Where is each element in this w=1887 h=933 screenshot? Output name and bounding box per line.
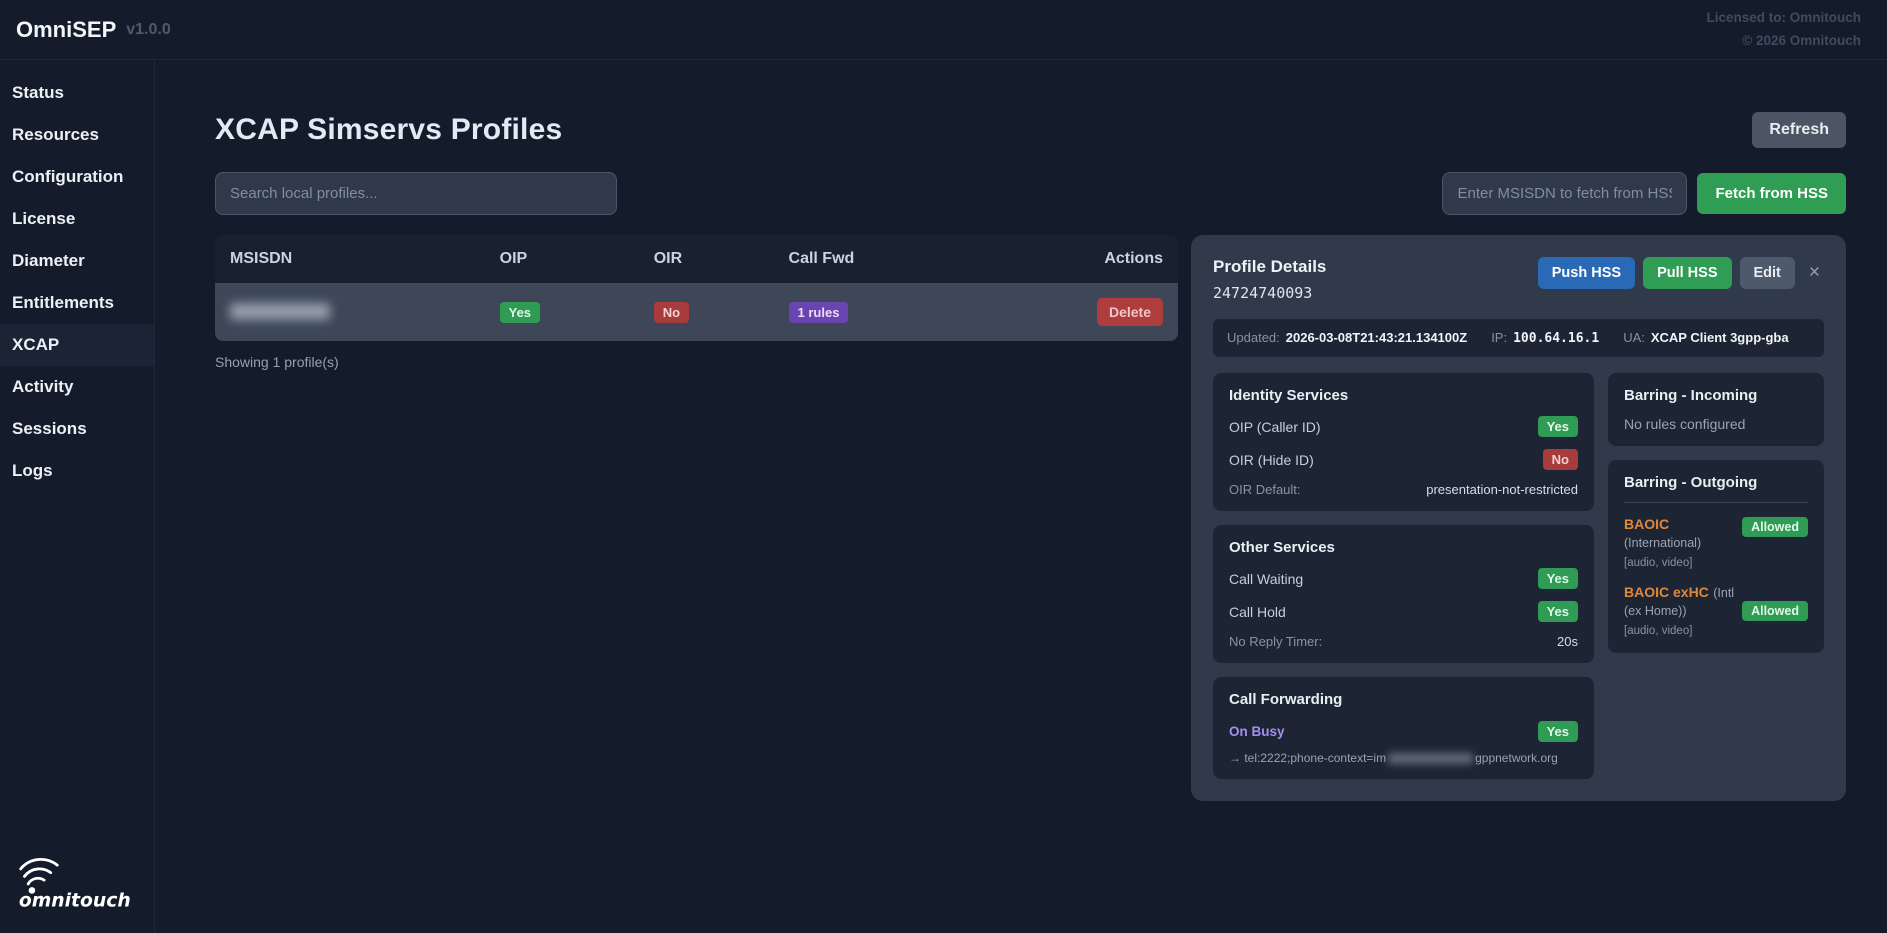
- column-header-callfwd: Call Fwd: [774, 235, 1005, 283]
- updated-value: 2026-03-08T21:43:21.134100Z: [1286, 330, 1467, 345]
- cf-rule-name: On Busy: [1229, 724, 1285, 739]
- call-waiting-label: Call Waiting: [1229, 571, 1303, 587]
- sidebar-item-license[interactable]: License: [0, 198, 154, 240]
- sidebar-item-logs[interactable]: Logs: [0, 450, 154, 492]
- sidebar-item-diameter[interactable]: Diameter: [0, 240, 154, 282]
- cell-callfwd: 1 rules: [774, 283, 1005, 341]
- no-reply-timer-label: No Reply Timer:: [1229, 634, 1322, 649]
- baoic-exhc-name: BAOIC exHC: [1624, 584, 1709, 600]
- barring-rule-baoic: BAOIC (International) [audio, video] All…: [1624, 516, 1808, 569]
- baoic-media: [audio, video]: [1624, 557, 1734, 569]
- fetch-from-hss-button[interactable]: Fetch from HSS: [1697, 173, 1846, 214]
- search-input[interactable]: [215, 172, 617, 215]
- barring-incoming-empty: No rules configured: [1624, 416, 1808, 432]
- call-forwarding-title: Call Forwarding: [1229, 691, 1578, 708]
- push-hss-button[interactable]: Push HSS: [1538, 257, 1635, 289]
- app-version: v1.0.0: [126, 21, 170, 39]
- column-header-msisdn: MSISDN: [215, 235, 485, 283]
- redacted-domain: [1388, 753, 1473, 764]
- omnitouch-logo-icon: omnitouch: [14, 852, 138, 912]
- app-title: OmniSEP: [16, 17, 116, 43]
- barring-incoming-card: Barring - Incoming No rules configured: [1608, 373, 1824, 446]
- cf-target-suffix: gppnetwork.org: [1475, 751, 1558, 765]
- table-row[interactable]: Yes No 1 rules Delete: [215, 283, 1178, 341]
- barring-outgoing-title: Barring - Outgoing: [1624, 474, 1808, 491]
- profiles-table: MSISDN OIP OIR Call Fwd Actions Yes No: [215, 235, 1178, 370]
- profile-msisdn: 24724740093: [1213, 284, 1326, 302]
- barring-incoming-title: Barring - Incoming: [1624, 387, 1808, 404]
- pull-hss-button[interactable]: Pull HSS: [1643, 257, 1731, 289]
- cell-oir: No: [639, 283, 774, 341]
- barring-rule-baoic-exhc: BAOIC exHC (Intl (ex Home)) [audio, vide…: [1624, 584, 1808, 637]
- call-waiting-badge: Yes: [1538, 568, 1578, 589]
- profile-details-panel: Profile Details 24724740093 Push HSS Pul…: [1191, 235, 1846, 801]
- baoic-detail: (International): [1624, 536, 1701, 550]
- licensed-to-text: Licensed to: Omnitouch: [1706, 7, 1861, 29]
- cell-actions: Delete: [1005, 283, 1178, 341]
- panel-title: Profile Details: [1213, 257, 1326, 277]
- cf-target-uri: → tel:2222;phone-context=im gppnetwork.or…: [1229, 751, 1578, 765]
- baoic-exhc-media: [audio, video]: [1624, 625, 1734, 637]
- sidebar-item-activity[interactable]: Activity: [0, 366, 154, 408]
- divider: [1624, 502, 1808, 503]
- baoic-allowed-badge: Allowed: [1742, 517, 1808, 537]
- sidebar-item-configuration[interactable]: Configuration: [0, 156, 154, 198]
- license-info: Licensed to: Omnitouch © 2026 Omnitouch: [1706, 7, 1861, 52]
- sidebar-nav: Status Resources Configuration License D…: [0, 60, 155, 933]
- baoic-name: BAOIC: [1624, 516, 1669, 532]
- cell-oip: Yes: [485, 283, 639, 341]
- cf-rule-badge: Yes: [1538, 721, 1578, 742]
- hss-msisdn-input[interactable]: [1442, 172, 1687, 215]
- app-header: OmniSEP v1.0.0 Licensed to: Omnitouch © …: [0, 0, 1887, 60]
- cell-msisdn: [215, 283, 485, 341]
- ua-value: XCAP Client 3gpp-gba: [1651, 330, 1789, 345]
- oip-status-badge: Yes: [1538, 416, 1578, 437]
- oir-default-label: OIR Default:: [1229, 482, 1301, 497]
- call-forwarding-card: Call Forwarding On Busy Yes → tel:2222;p…: [1213, 677, 1594, 779]
- oir-status-badge: No: [1543, 449, 1578, 470]
- oip-caller-id-label: OIP (Caller ID): [1229, 419, 1321, 435]
- sidebar-item-status[interactable]: Status: [0, 72, 154, 114]
- omnitouch-logo: omnitouch: [0, 842, 154, 933]
- sidebar-item-resources[interactable]: Resources: [0, 114, 154, 156]
- page-title: XCAP Simservs Profiles: [215, 113, 562, 147]
- ua-label: UA:: [1623, 330, 1645, 345]
- main-content: XCAP Simservs Profiles Refresh Fetch fro…: [155, 60, 1887, 933]
- column-header-actions: Actions: [1005, 235, 1178, 283]
- column-header-oir: OIR: [639, 235, 774, 283]
- refresh-button[interactable]: Refresh: [1752, 112, 1846, 148]
- baoic-exhc-allowed-badge: Allowed: [1742, 601, 1808, 621]
- delete-button[interactable]: Delete: [1097, 298, 1163, 326]
- close-icon[interactable]: ×: [1805, 262, 1824, 284]
- other-services-card: Other Services Call Waiting Yes Call Hol…: [1213, 525, 1594, 663]
- call-hold-badge: Yes: [1538, 601, 1578, 622]
- column-header-oip: OIP: [485, 235, 639, 283]
- table-header-row: MSISDN OIP OIR Call Fwd Actions: [215, 235, 1178, 283]
- sidebar-item-xcap[interactable]: XCAP: [0, 324, 154, 366]
- edit-button[interactable]: Edit: [1740, 257, 1795, 289]
- no-reply-timer-value: 20s: [1557, 634, 1578, 649]
- updated-label: Updated:: [1227, 330, 1280, 345]
- ip-value: 100.64.16.1: [1513, 331, 1599, 346]
- other-services-title: Other Services: [1229, 539, 1578, 556]
- cf-target-prefix: → tel:2222;phone-context=im: [1229, 751, 1386, 765]
- sidebar-item-sessions[interactable]: Sessions: [0, 408, 154, 450]
- call-hold-label: Call Hold: [1229, 604, 1286, 620]
- ip-label: IP:: [1491, 330, 1507, 345]
- oir-badge: No: [654, 302, 689, 323]
- copyright-text: © 2026 Omnitouch: [1706, 30, 1861, 52]
- oir-default-value: presentation-not-restricted: [1426, 482, 1578, 497]
- svg-text:omnitouch: omnitouch: [19, 890, 131, 911]
- oir-hide-id-label: OIR (Hide ID): [1229, 452, 1314, 468]
- callfwd-badge: 1 rules: [789, 302, 849, 323]
- redacted-msisdn: [230, 303, 330, 320]
- table-row-count: Showing 1 profile(s): [215, 354, 1178, 370]
- identity-services-title: Identity Services: [1229, 387, 1578, 404]
- profile-meta-bar: Updated: 2026-03-08T21:43:21.134100Z IP:…: [1213, 319, 1824, 357]
- sidebar-item-entitlements[interactable]: Entitlements: [0, 282, 154, 324]
- oip-badge: Yes: [500, 302, 540, 323]
- barring-outgoing-card: Barring - Outgoing BAOIC (International)…: [1608, 460, 1824, 653]
- identity-services-card: Identity Services OIP (Caller ID) Yes OI…: [1213, 373, 1594, 511]
